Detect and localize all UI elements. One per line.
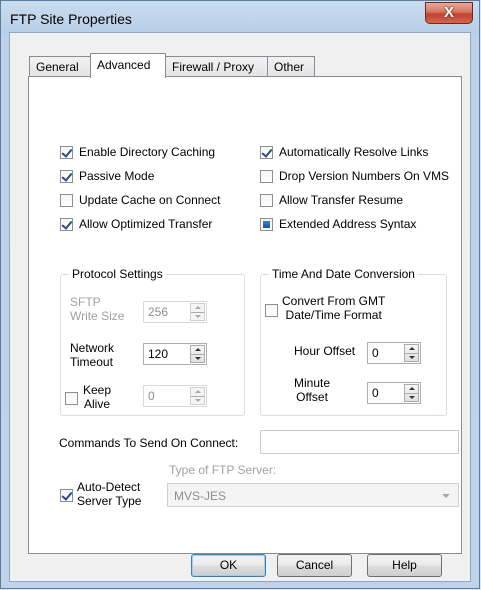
network-timeout-spin-arrows[interactable] (190, 345, 205, 363)
drop-version-numbers-label: Drop Version Numbers On VMS (279, 169, 450, 183)
time-date-conversion-title: Time And Date Conversion (269, 267, 418, 281)
auto-detect-server-type-label: Auto-Detect Server Type (77, 480, 141, 508)
ftp-server-type-label: Type of FTP Server: (169, 463, 277, 477)
hour-offset-label: Hour Offset (294, 344, 356, 358)
sftp-write-size-label: SFTP Write Size (70, 295, 124, 323)
commands-on-connect-label: Commands To Send On Connect: (59, 436, 239, 450)
gmt-label-line2: Date/Time Format (285, 308, 382, 322)
advanced-tab-panel: Enable Directory Caching Passive Mode Up… (28, 76, 462, 554)
keep-alive-spinner: 0 (143, 385, 207, 407)
convert-from-gmt-checkbox[interactable] (265, 304, 278, 317)
chevron-down-icon (442, 494, 450, 498)
tab-strip: General Advanced Firewall / Proxy Other (10, 33, 470, 78)
cancel-button-label: Cancel (295, 558, 334, 572)
tab-firewall-proxy-label: Firewall / Proxy (172, 60, 255, 74)
ok-button-label: OK (219, 558, 238, 572)
passive-mode-label: Passive Mode (79, 169, 155, 183)
tab-other[interactable]: Other (267, 56, 315, 77)
protocol-settings-group: Protocol Settings SFTP Write Size 256 Net… (60, 267, 245, 416)
help-button[interactable]: Help (367, 554, 442, 577)
minute-offset-value: 0 (372, 386, 379, 400)
keep-alive-line2: Alive (84, 397, 111, 411)
allow-transfer-resume-checkbox[interactable] (260, 194, 273, 207)
extended-address-syntax-label: Extended Address Syntax (279, 217, 417, 231)
minute-offset-spinner[interactable]: 0 (367, 382, 421, 404)
keep-alive-spin-arrows (190, 387, 205, 405)
minute-label-line2: Offset (296, 390, 328, 404)
title-bar[interactable]: FTP Site Properties X (1, 1, 479, 33)
sftp-spin-arrows (190, 303, 205, 321)
tab-advanced[interactable]: Advanced (90, 53, 166, 78)
sftp-write-size-value: 256 (148, 305, 169, 319)
network-timeout-spinner[interactable]: 120 (143, 343, 207, 365)
automatically-resolve-links-label: Automatically Resolve Links (279, 145, 429, 159)
time-date-conversion-group: Time And Date Conversion Convert From GM… (260, 267, 447, 416)
auto-detect-server-type-checkbox[interactable] (60, 489, 73, 502)
keep-alive-value: 0 (148, 389, 155, 403)
network-label-line2: Timeout (70, 355, 113, 369)
network-label-line1: Network (70, 341, 115, 355)
dialog-window: FTP Site Properties X General Advanced F… (0, 0, 480, 589)
commands-on-connect-input[interactable] (260, 430, 459, 454)
tab-firewall-proxy[interactable]: Firewall / Proxy (165, 56, 268, 77)
auto-detect-line1: Auto-Detect (77, 480, 141, 494)
tab-general-label: General (36, 60, 79, 74)
network-timeout-value: 120 (148, 347, 169, 361)
protocol-settings-title: Protocol Settings (69, 267, 166, 281)
help-button-label: Help (392, 558, 417, 572)
keep-alive-line1: Keep (83, 383, 112, 397)
allow-transfer-resume-label: Allow Transfer Resume (279, 193, 404, 207)
hour-offset-spin-arrows[interactable] (404, 344, 419, 362)
keep-alive-checkbox[interactable] (65, 392, 78, 405)
dialog-client: General Advanced Firewall / Proxy Other … (9, 32, 471, 582)
tab-advanced-label: Advanced (97, 58, 151, 72)
extended-address-syntax-checkbox[interactable] (260, 218, 273, 231)
gmt-label-line1: Convert From GMT (282, 294, 386, 308)
enable-directory-caching-checkbox[interactable] (60, 146, 73, 159)
convert-from-gmt-label: Convert From GMT Date/Time Format (282, 294, 385, 322)
allow-optimized-transfer-checkbox[interactable] (60, 218, 73, 231)
ftp-server-type-value: MVS-JES (174, 489, 227, 503)
hour-offset-spinner[interactable]: 0 (367, 342, 421, 364)
passive-mode-checkbox[interactable] (60, 170, 73, 183)
drop-version-numbers-checkbox[interactable] (260, 170, 273, 183)
ftp-server-type-select: MVS-JES (167, 483, 459, 507)
sftp-label-line1: SFTP (70, 295, 101, 309)
tab-general[interactable]: General (29, 56, 91, 77)
network-timeout-label: Network Timeout (70, 341, 114, 369)
update-cache-on-connect-label: Update Cache on Connect (79, 193, 221, 207)
auto-detect-line2: Server Type (77, 494, 142, 508)
hour-offset-value: 0 (372, 346, 379, 360)
tab-other-label: Other (274, 60, 305, 74)
minute-label-line1: Minute (294, 376, 331, 390)
ok-button[interactable]: OK (191, 554, 266, 577)
sftp-label-line2: Write Size (70, 309, 125, 323)
window-title: FTP Site Properties (10, 11, 132, 27)
close-button[interactable]: X (425, 2, 473, 24)
allow-optimized-transfer-label: Allow Optimized Transfer (79, 217, 213, 231)
close-icon: X (443, 4, 454, 21)
sftp-write-size-spinner: 256 (143, 301, 207, 323)
minute-offset-label: Minute Offset (294, 376, 330, 404)
keep-alive-label: Keep Alive (83, 383, 111, 411)
automatically-resolve-links-checkbox[interactable] (260, 146, 273, 159)
minute-offset-spin-arrows[interactable] (404, 384, 419, 402)
update-cache-on-connect-checkbox[interactable] (60, 194, 73, 207)
enable-directory-caching-label: Enable Directory Caching (79, 145, 216, 159)
cancel-button[interactable]: Cancel (277, 554, 352, 577)
